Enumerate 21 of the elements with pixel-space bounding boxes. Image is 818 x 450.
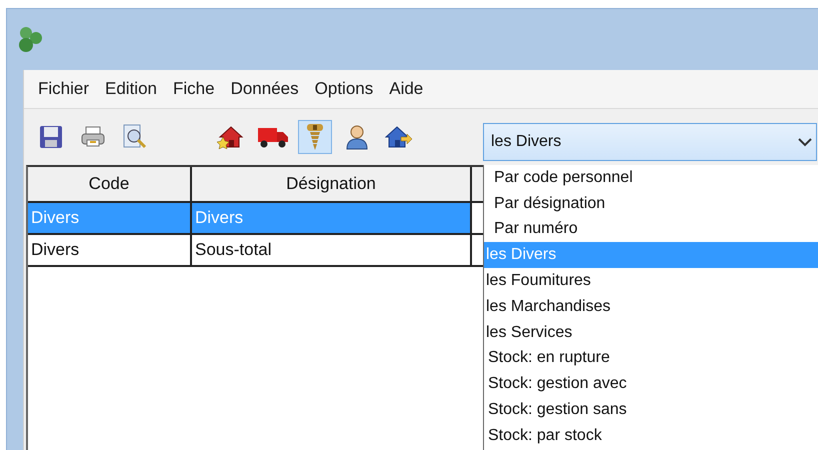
table-cell[interactable]: Sous-total: [192, 235, 472, 267]
table-cell[interactable]: Divers: [28, 235, 192, 267]
menu-item[interactable]: Edition: [105, 79, 157, 99]
menu-item[interactable]: Fichier: [38, 79, 90, 99]
filter-combo[interactable]: les Divers: [483, 123, 817, 161]
dropdown-option[interactable]: Stock: gestion avec: [484, 371, 818, 398]
dropdown-option[interactable]: Stock: gestion sans: [484, 397, 818, 423]
menu-item[interactable]: Fiche: [173, 79, 215, 99]
column-header[interactable]: Code: [28, 167, 192, 203]
dropdown-option[interactable]: Par code personnel: [484, 165, 818, 191]
dropdown-option[interactable]: Par numéro: [484, 216, 818, 242]
menu-item[interactable]: Options: [314, 79, 374, 99]
dropdown-option[interactable]: Stock: par stock: [484, 422, 818, 449]
column-header[interactable]: Désignation: [192, 167, 472, 203]
dropdown-option[interactable]: les Marchandises: [484, 294, 818, 320]
menu-item[interactable]: Aide: [389, 79, 424, 99]
dropdown-option[interactable]: Stock: en rupture: [484, 346, 818, 372]
dropdown-option[interactable]: Par désignation: [484, 190, 818, 217]
menu-item[interactable]: Données: [230, 79, 299, 99]
dropdown-option[interactable]: les Foumitures: [484, 268, 818, 294]
dropdown-option[interactable]: les Services: [484, 320, 818, 346]
